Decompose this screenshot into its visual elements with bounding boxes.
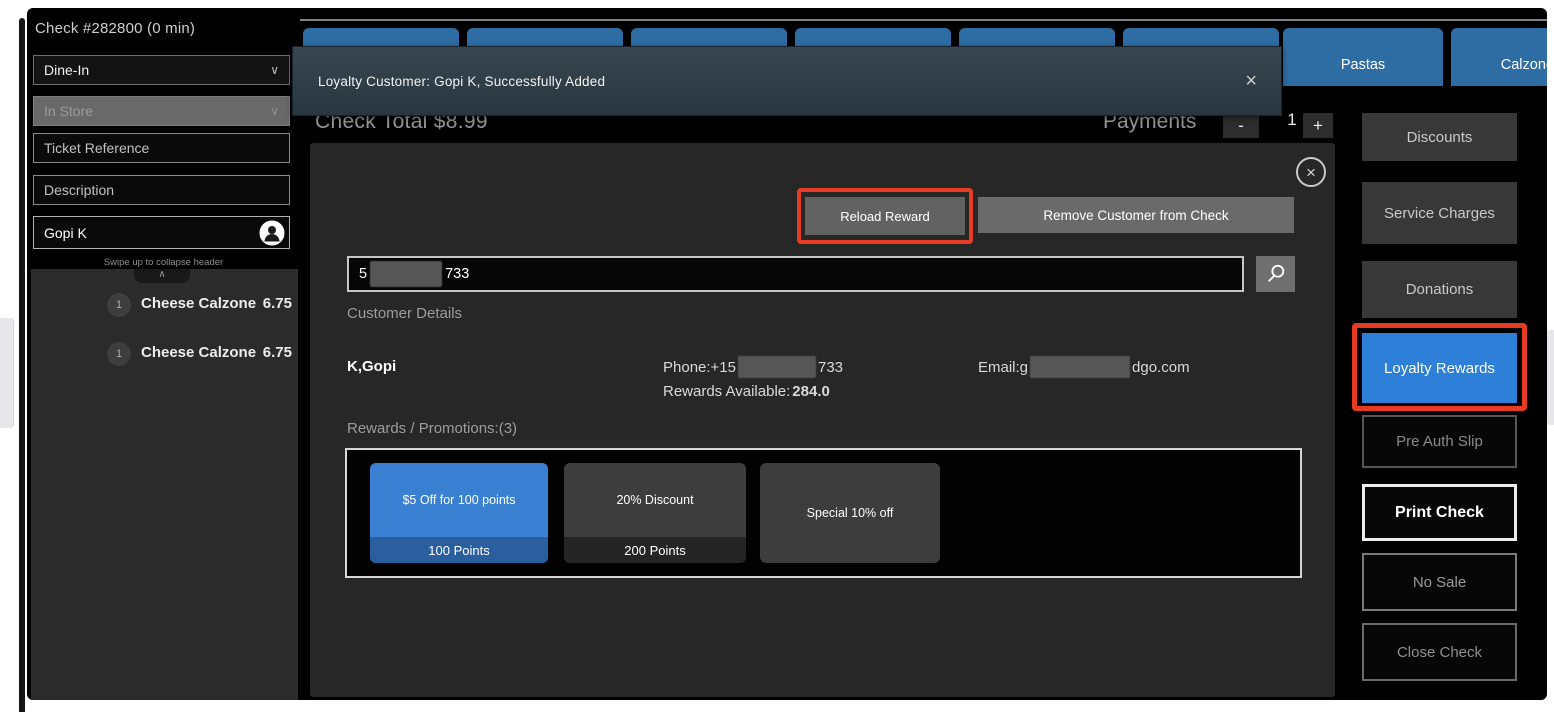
rewards-available-label: Rewards Available: — [663, 383, 790, 400]
reload-reward-highlight — [797, 188, 973, 244]
order-channel-value: In Store — [44, 103, 93, 119]
order-type-dropdown[interactable]: Dine-In ∨ — [33, 55, 290, 85]
reward-card[interactable]: Special 10% off — [760, 463, 940, 563]
chevron-up-icon: ∧ — [158, 269, 165, 281]
pre-auth-slip-button[interactable]: Pre Auth Slip — [1362, 415, 1517, 468]
order-channel-dropdown[interactable]: In Store ∨ — [33, 96, 290, 126]
customer-details-label: Customer Details — [347, 305, 462, 322]
toast-message: Loyalty Customer: Gopi K, Successfully A… — [318, 74, 605, 89]
search-value-suffix: 733 — [445, 266, 469, 282]
ticket-reference-field-wrap — [33, 133, 290, 163]
remove-customer-button[interactable]: Remove Customer from Check — [978, 197, 1294, 233]
email-prefix: Email:g — [978, 359, 1028, 376]
category-tab-calzones[interactable]: Calzones — [1451, 28, 1547, 86]
reward-card-selected[interactable]: $5 Off for 100 points 100 Points — [370, 463, 548, 563]
phone-prefix: Phone:+15 — [663, 359, 736, 376]
redaction-box — [1030, 356, 1130, 378]
close-check-button[interactable]: Close Check — [1362, 623, 1517, 681]
search-value-prefix: 5 — [359, 266, 367, 282]
email-suffix: dgo.com — [1132, 359, 1190, 376]
donations-button[interactable]: Donations — [1362, 261, 1517, 318]
close-icon[interactable]: × — [1245, 71, 1257, 91]
person-icon[interactable] — [259, 220, 285, 246]
chevron-down-icon: ∨ — [270, 63, 279, 77]
close-icon[interactable]: × — [1296, 157, 1326, 187]
reward-points: 200 Points — [564, 537, 746, 563]
ticket-reference-input[interactable] — [44, 140, 279, 156]
discounts-button[interactable]: Discounts — [1362, 113, 1517, 161]
payments-decrement-button[interactable]: - — [1223, 113, 1259, 138]
item-quantity-badge: 1 — [107, 293, 131, 317]
redaction-box — [370, 261, 442, 287]
redaction-box — [738, 356, 816, 378]
no-sale-button[interactable]: No Sale — [1362, 553, 1517, 611]
item-price: 6.75 — [263, 344, 292, 361]
loyalty-rewards-panel: × Reload Reward Remove Customer from Che… — [310, 143, 1335, 697]
rewards-container: $5 Off for 100 points 100 Points 20% Dis… — [345, 448, 1302, 578]
order-item-row[interactable]: 1 Cheese Calzone 6.75 — [31, 291, 298, 321]
collapse-header-handle[interactable]: ∧ — [134, 269, 190, 283]
customer-phone: Phone:+15 733 — [663, 356, 843, 378]
swipe-hint-label: Swipe up to collapse header — [27, 257, 300, 268]
background-window-edge — [19, 18, 25, 712]
loyalty-rewards-highlight — [1352, 323, 1527, 411]
customer-email: Email:g dgo.com — [978, 356, 1190, 378]
order-items-list: ∧ 1 Cheese Calzone 6.75 1 Cheese Calzone… — [31, 269, 298, 700]
order-item-row[interactable]: 1 Cheese Calzone 6.75 — [31, 340, 298, 370]
customer-name: K,Gopi — [347, 358, 396, 375]
window-top-edge — [300, 19, 1547, 21]
toast-notification: Loyalty Customer: Gopi K, Successfully A… — [292, 46, 1282, 116]
item-price: 6.75 — [263, 295, 292, 312]
background-fragment-left — [0, 318, 14, 428]
screenshot-frame: Check #282800 (0 min) Dine-In ∨ In Store… — [0, 0, 1554, 712]
rewards-available: Rewards Available: 284.0 — [663, 383, 830, 400]
category-tab-pastas[interactable]: Pastas — [1283, 28, 1443, 86]
description-input[interactable] — [44, 182, 279, 198]
service-charges-button[interactable]: Service Charges — [1362, 182, 1517, 244]
item-quantity-badge: 1 — [107, 342, 131, 366]
item-name: Cheese Calzone — [141, 344, 256, 361]
payments-increment-button[interactable]: + — [1303, 113, 1333, 138]
item-name: Cheese Calzone — [141, 295, 256, 312]
payments-count: 1 — [1279, 110, 1305, 130]
reward-points: 100 Points — [370, 537, 548, 563]
reward-title: 20% Discount — [564, 463, 746, 537]
loyalty-search-input[interactable]: 5 733 — [347, 256, 1244, 292]
customer-field-wrap — [33, 216, 290, 249]
rewards-promotions-header: Rewards / Promotions:(3) — [347, 420, 517, 437]
print-check-button[interactable]: Print Check — [1362, 484, 1517, 541]
check-header: Check #282800 (0 min) — [35, 20, 195, 37]
search-button[interactable] — [1256, 256, 1295, 292]
pos-app-window: Check #282800 (0 min) Dine-In ∨ In Store… — [27, 8, 1547, 700]
reward-card[interactable]: 20% Discount 200 Points — [564, 463, 746, 563]
phone-suffix: 733 — [818, 359, 843, 376]
search-icon — [1265, 263, 1287, 285]
rewards-available-value: 284.0 — [792, 383, 830, 400]
description-field-wrap — [33, 175, 290, 205]
chevron-down-icon: ∨ — [270, 104, 279, 118]
reward-title: Special 10% off — [760, 463, 940, 563]
reward-title: $5 Off for 100 points — [370, 463, 548, 537]
background-fragment-right — [1547, 330, 1554, 425]
customer-name-input[interactable] — [44, 225, 255, 241]
order-type-value: Dine-In — [44, 62, 89, 78]
